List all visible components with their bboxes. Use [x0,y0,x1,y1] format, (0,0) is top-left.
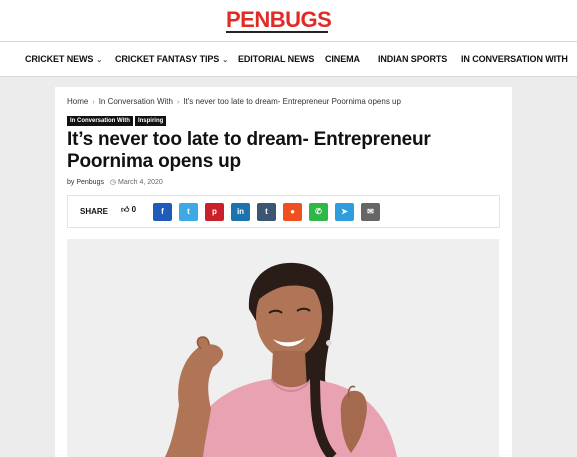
nav-item-in-conversation-with[interactable]: IN CONVERSATION WITH [461,42,568,76]
like-button[interactable]: 👍︎ 0 [121,205,136,215]
nav-item-cricket-news[interactable]: CRICKET NEWS ⌄ [25,42,102,76]
telegram-icon: ➤ [341,207,348,216]
site-header: PENBUGS [0,0,577,41]
pinterest-share-button[interactable]: p [205,203,224,221]
pinterest-icon: p [212,207,217,216]
share-label: SHARE [80,207,109,216]
nav-item-cricket-fantasy-tips[interactable]: CRICKET FANTASY TIPS ⌄ [115,42,228,76]
linkedin-share-button[interactable]: in [231,203,250,221]
linkedin-icon: in [236,207,245,216]
breadcrumb-separator: › [92,99,95,106]
chevron-down-icon: ⌄ [222,57,228,64]
nav-item-indian-sports[interactable]: INDIAN SPORTS [378,42,447,76]
publish-date: March 4, 2020 [118,179,163,186]
author-link[interactable]: by Penbugs [67,179,104,186]
breadcrumb-category[interactable]: In Conversation With [99,97,173,106]
article-card: Home › In Conversation With › It's never too… [55,87,512,457]
category-tags: In Conversation With Inspiring [67,116,167,126]
breadcrumb-current: It's never too late to dream- Entreprene… [183,97,401,106]
main-nav: CRICKET NEWS ⌄ CRICKET FANTASY TIPS ⌄ EDIT… [0,41,577,77]
thumbs-up-icon: 👍︎ [121,205,130,214]
like-count: 0 [131,205,137,214]
logo-text-pen: PEN [226,7,270,32]
telegram-share-button[interactable]: ➤ [335,203,354,221]
article-title: It’s never too late to dream- Entreprene… [67,129,431,172]
facebook-share-button[interactable]: f [153,203,172,221]
breadcrumb-home[interactable]: Home [67,97,88,106]
hero-image [67,239,499,457]
hero-photo-illustration [67,239,499,457]
chevron-down-icon: ⌄ [96,57,103,64]
clock-icon: ◷ [109,179,117,186]
logo-underline [226,31,328,33]
twitter-icon: t [187,207,190,216]
breadcrumb-separator: › [176,99,180,106]
tumblr-icon: t [265,207,268,216]
nav-item-editorial-news[interactable]: EDITORIAL NEWS [238,42,314,76]
breadcrumb: Home › In Conversation With › It's never too… [67,97,401,106]
article-meta: by Penbugs ◷ March 4, 2020 [67,178,163,186]
logo-text-bugs: BUGS [269,7,332,32]
reddit-share-button[interactable]: ● [283,203,302,221]
nav-item-cinema[interactable]: CINEMA [325,42,360,76]
reddit-icon: ● [290,207,295,216]
whatsapp-icon: ✆ [315,207,322,216]
site-logo[interactable]: PENBUGS [226,7,332,32]
tag-inspiring[interactable]: Inspiring [134,116,167,126]
facebook-icon: f [161,207,164,216]
tag-in-conversation-with[interactable]: In Conversation With [67,116,133,126]
tumblr-share-button[interactable]: t [257,203,276,221]
twitter-share-button[interactable]: t [179,203,198,221]
email-share-button[interactable]: ✉ [361,203,380,221]
email-icon: ✉ [367,207,374,216]
whatsapp-share-button[interactable]: ✆ [309,203,328,221]
share-bar: SHARE 👍︎ 0 f t p in t ● ✆ ➤ ✉ [67,195,500,228]
